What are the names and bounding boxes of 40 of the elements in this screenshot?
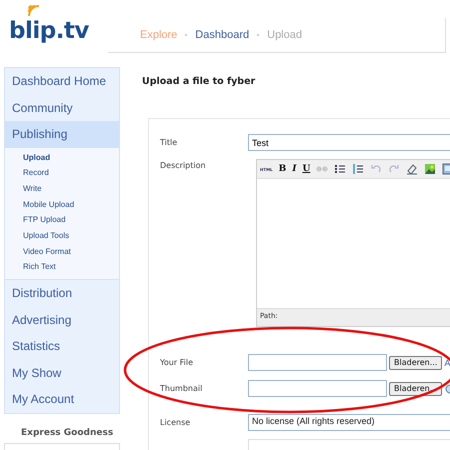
submenu-item[interactable]: Rich Text <box>5 259 119 275</box>
sidebar-item[interactable]: Statistics <box>5 333 119 360</box>
breadcrumb-item: Upload <box>267 29 302 41</box>
bold-button[interactable]: B <box>278 164 286 174</box>
submenu-item[interactable]: Write <box>5 180 119 197</box>
bulleted-list-icon[interactable] <box>334 163 346 175</box>
field-label: Title <box>160 138 178 147</box>
sidebar-item[interactable]: Advertising <box>5 306 119 333</box>
sidebar-item[interactable]: Publishing <box>5 121 119 148</box>
submenu-item[interactable]: Upload <box>5 150 119 166</box>
sidebar-item[interactable]: Distribution <box>5 280 119 306</box>
italic-button[interactable]: I <box>292 164 296 174</box>
section-heading: Express Goodness <box>20 426 114 436</box>
underline-button[interactable]: U <box>302 164 310 174</box>
field-label: Description <box>160 160 207 170</box>
field-label: Thumbnail <box>160 384 204 393</box>
title-field[interactable]: Test <box>248 134 450 151</box>
thumbnail-field[interactable] <box>248 380 387 397</box>
numbered-list-icon[interactable] <box>352 163 364 175</box>
submenu-item[interactable]: Mobile Upload <box>5 196 119 212</box>
submenu-item[interactable]: Video Format <box>5 244 119 260</box>
field-label: Your File <box>160 358 194 367</box>
field-label: License <box>160 418 192 427</box>
browse-button[interactable]: Bladeren... <box>389 356 442 370</box>
picture-icon[interactable] <box>424 163 436 175</box>
link[interactable]: A <box>444 358 450 368</box>
license-dropdown[interactable]: No license (All rights reserved) <box>248 414 450 431</box>
file-field[interactable] <box>248 354 387 371</box>
sidebar-item[interactable]: Dashboard Home <box>5 68 119 94</box>
submenu-item[interactable]: Record <box>5 165 119 181</box>
eraser-icon[interactable] <box>406 163 418 175</box>
logo[interactable]: blip.tv <box>9 18 89 44</box>
browse-button[interactable]: Bladeren... <box>389 382 442 396</box>
breadcrumb-item[interactable]: Dashboard <box>195 29 250 41</box>
submenu-item[interactable]: FTP Upload <box>5 212 119 228</box>
page-title: Upload a file to fyber <box>142 75 256 89</box>
sidebar-item[interactable]: My Account <box>5 386 119 412</box>
sidebar-item[interactable]: Community <box>5 94 119 121</box>
submenu-item[interactable]: Upload Tools <box>5 228 119 244</box>
sidebar-item[interactable]: My Show <box>5 360 119 386</box>
